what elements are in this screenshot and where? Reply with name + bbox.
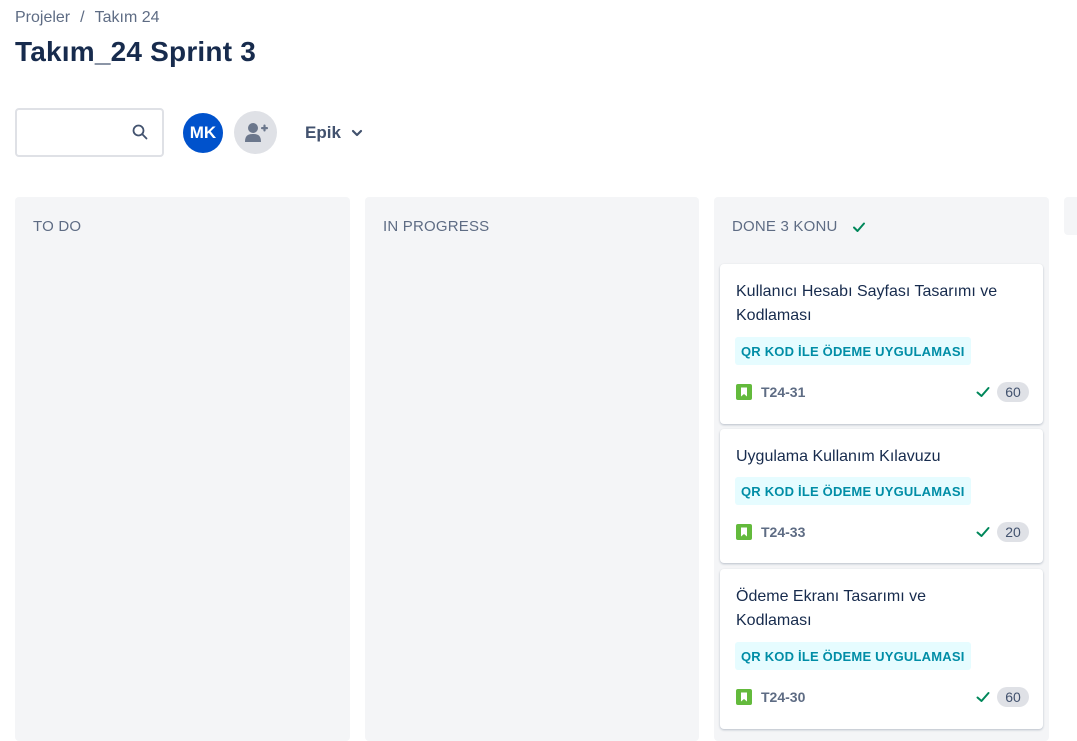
column-title-in-progress: IN PROGRESS: [383, 218, 490, 235]
column-header-in-progress: IN PROGRESS: [383, 218, 489, 235]
issue-card[interactable]: Kullanıcı Hesabı Sayfası Tasarımı ve Kod…: [720, 264, 1043, 424]
page-title: Takım_24 Sprint 3: [15, 36, 256, 67]
epic-label: QR KOD İLE ÖDEME UYGULAMASI: [735, 642, 971, 670]
column-in-progress: IN PROGRESS: [365, 197, 699, 741]
column-partial: [1064, 197, 1077, 235]
issue-title: Kullanıcı Hesabı Sayfası Tasarımı ve Kod…: [736, 283, 998, 324]
search-field[interactable]: [15, 108, 164, 157]
story-points-badge: 60: [997, 687, 1029, 707]
epic-filter-label: Epik: [305, 123, 341, 142]
story-points-badge: 60: [997, 382, 1029, 402]
issue-title: Ödeme Ekranı Tasarımı ve Kodlaması: [736, 588, 926, 629]
story-icon: [736, 524, 752, 540]
column-title-done: DONE 3 KONU: [732, 218, 838, 235]
epic-label: QR KOD İLE ÖDEME UYGULAMASI: [735, 477, 971, 505]
issue-card[interactable]: Ödeme Ekranı Tasarımı ve Kodlaması QR KO…: [720, 569, 1043, 729]
breadcrumb-projects-link[interactable]: Projeler: [15, 9, 70, 27]
issue-card[interactable]: Uygulama Kullanım Kılavuzu QR KOD İLE ÖD…: [720, 429, 1043, 563]
card-footer: T24-31 60: [736, 382, 1029, 402]
card-footer: T24-30 60: [736, 687, 1029, 707]
story-icon: [736, 689, 752, 705]
avatar[interactable]: MK: [183, 113, 223, 153]
add-people-button[interactable]: [234, 111, 277, 154]
story-points-badge: 20: [997, 522, 1029, 542]
issue-key[interactable]: T24-33: [761, 524, 805, 540]
check-icon: [976, 692, 990, 702]
breadcrumb-separator: /: [80, 9, 85, 26]
breadcrumb-team-link[interactable]: Takım 24: [95, 9, 160, 27]
column-todo: TO DO: [15, 197, 350, 741]
check-icon: [976, 387, 990, 397]
story-icon: [736, 384, 752, 400]
issue-key[interactable]: T24-31: [761, 384, 805, 400]
column-done: DONE 3 KONU Kullanıcı Hesabı Sayfası Tas…: [714, 197, 1049, 741]
column-title-todo: TO DO: [33, 218, 82, 235]
check-icon: [976, 527, 990, 537]
done-check-icon: [852, 222, 865, 232]
add-user-icon: [244, 122, 268, 142]
search-icon[interactable]: [131, 123, 149, 141]
breadcrumb: Projeler / Takım 24: [15, 9, 160, 27]
issue-title: Uygulama Kullanım Kılavuzu: [736, 448, 941, 465]
search-input[interactable]: [25, 110, 134, 156]
chevron-down-icon: [351, 129, 363, 137]
epic-filter-dropdown[interactable]: Epik: [305, 123, 363, 143]
issue-key[interactable]: T24-30: [761, 689, 805, 705]
card-footer: T24-33 20: [736, 522, 1029, 542]
epic-label: QR KOD İLE ÖDEME UYGULAMASI: [735, 337, 971, 365]
column-header-todo: TO DO: [33, 218, 81, 235]
column-header-done: DONE 3 KONU: [732, 218, 866, 235]
